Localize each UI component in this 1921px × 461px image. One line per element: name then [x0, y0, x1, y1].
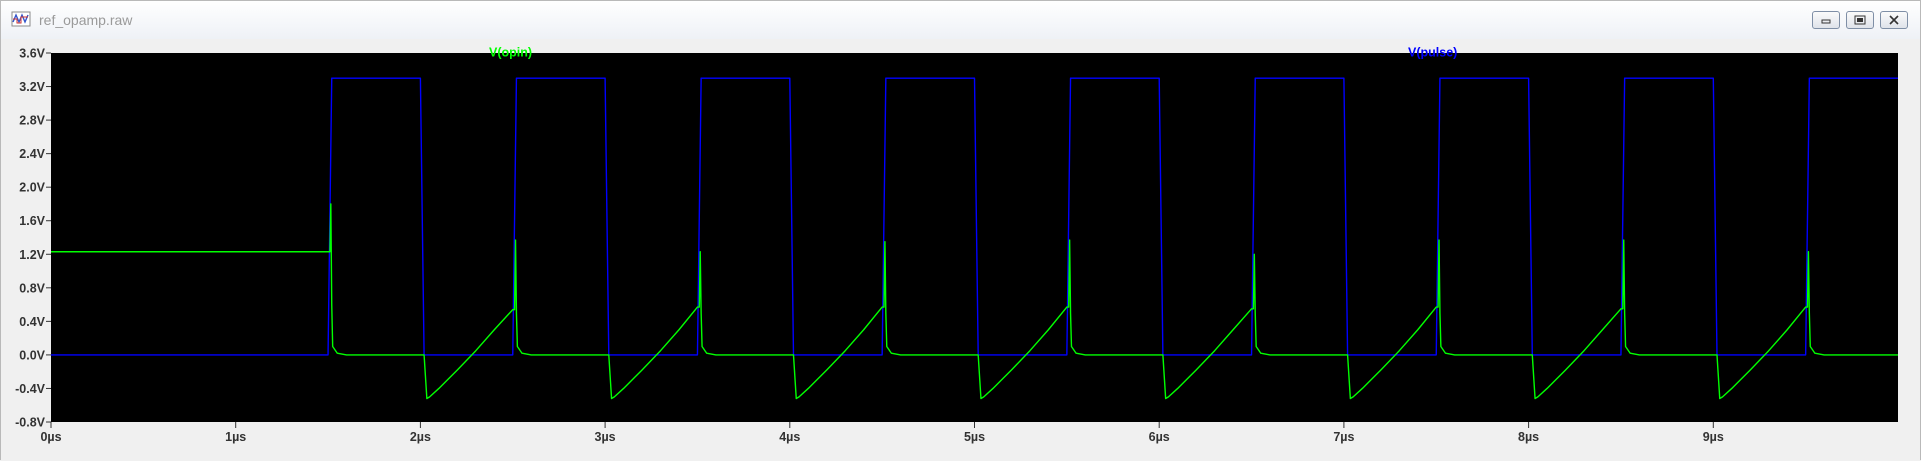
minimize-button[interactable] [1812, 11, 1840, 29]
x-tick-label: 5µs [964, 430, 985, 444]
x-tick-label: 7µs [1333, 430, 1354, 444]
legend-opin[interactable]: V(opin) [489, 46, 532, 60]
title-bar[interactable]: ref_opamp.raw [1, 1, 1920, 39]
y-tick-label: 3.2V [19, 80, 45, 94]
x-tick-label: 0µs [40, 430, 61, 444]
y-tick-label: 1.6V [19, 214, 45, 228]
window-title: ref_opamp.raw [39, 12, 133, 28]
y-tick-label: 3.6V [19, 47, 45, 61]
waveform-app-icon [11, 11, 31, 27]
x-tick-label: 9µs [1703, 430, 1724, 444]
y-tick-label: 0.8V [19, 281, 45, 295]
y-tick-label: 2.4V [19, 147, 45, 161]
y-tick-label: -0.4V [15, 382, 46, 396]
close-icon [1889, 15, 1899, 25]
y-tick-label: 2.8V [19, 114, 45, 128]
waveform-chart[interactable]: 3.6V 3.2V 2.8V 2.4V 2.0V 1.6V 1.2V 0.8V 0.4V 0.0V… [1, 39, 1920, 461]
waveform-viewer-window: ref_opamp.raw 3.6V 3.2V 2.8V 2.4V 2.0V 1.6V 1.… [0, 0, 1921, 461]
maximize-button[interactable] [1846, 11, 1874, 29]
x-tick-label: 6µs [1149, 430, 1170, 444]
x-tick-label: 8µs [1518, 430, 1539, 444]
close-button[interactable] [1880, 11, 1908, 29]
maximize-icon [1854, 15, 1866, 25]
y-tick-label: 0.0V [19, 348, 45, 362]
x-tick-label: 4µs [779, 430, 800, 444]
y-tick-label: 0.4V [19, 315, 45, 329]
minimize-icon [1821, 19, 1831, 24]
legend-pulse[interactable]: V(pulse) [1408, 46, 1457, 60]
y-tick-label: -0.8V [15, 416, 46, 430]
x-tick-label: 2µs [410, 430, 431, 444]
x-tick-label: 1µs [225, 430, 246, 444]
y-tick-label: 2.0V [19, 181, 45, 195]
plot-pane[interactable]: 3.6V 3.2V 2.8V 2.4V 2.0V 1.6V 1.2V 0.8V 0.4V 0.0V… [1, 39, 1920, 461]
y-tick-label: 1.2V [19, 248, 45, 262]
x-tick-label: 3µs [595, 430, 616, 444]
